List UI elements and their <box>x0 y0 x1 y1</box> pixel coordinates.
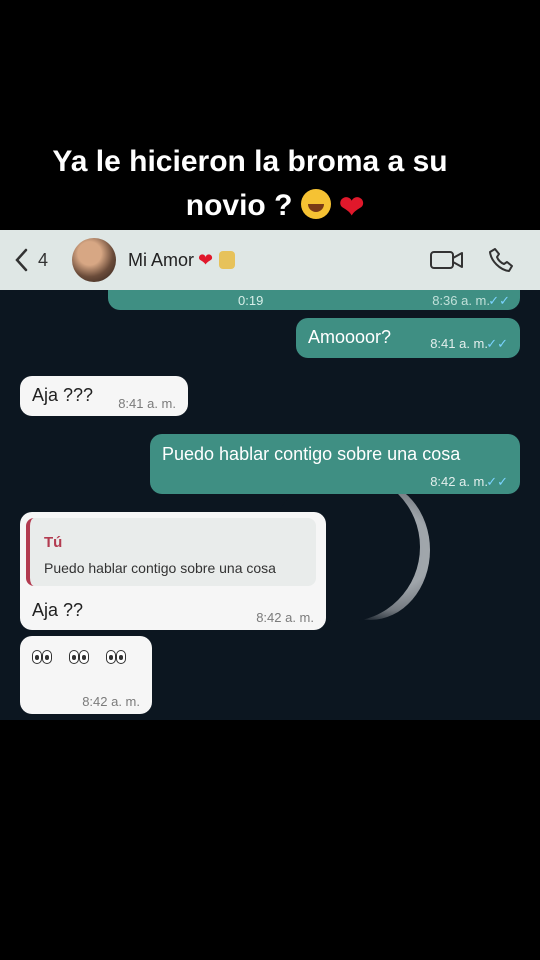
message-text: Aja ??? <box>32 385 94 405</box>
double-check-icon: ✓✓ <box>486 474 508 489</box>
back-count: 4 <box>38 249 49 270</box>
eyes-emoji-icon <box>69 648 90 669</box>
message-time: 8:41 a. m. <box>118 396 176 411</box>
message-time: 8:42 a. m. <box>430 474 488 489</box>
double-check-icon: ✓✓ <box>486 336 508 351</box>
chat-header: 4 Mi Amor ❤ <box>0 230 540 290</box>
caption-line2: novio ? ❤ <box>0 184 540 230</box>
eyes-emoji-row <box>32 648 132 669</box>
quoted-message[interactable]: Tú Puedo hablar contigo sobre una cosa <box>26 518 316 586</box>
quoted-text: Puedo hablar contigo sobre una cosa <box>44 560 276 576</box>
chat-screenshot: 4 Mi Amor ❤ 0:19 8:36 a. m. ✓✓ Amoooor? … <box>0 230 540 720</box>
laugh-emoji-icon <box>300 189 331 219</box>
avatar[interactable] <box>72 238 117 282</box>
contact-name[interactable]: Mi Amor ❤ <box>128 249 236 271</box>
moon-background <box>270 472 430 622</box>
message-bubble-incoming-emoji[interactable]: 8:42 a. m. <box>20 636 152 714</box>
eyes-emoji-icon <box>32 648 52 669</box>
phone-icon[interactable] <box>488 247 514 273</box>
heart-icon: ❤ <box>198 249 214 270</box>
message-bubble-outgoing[interactable]: Amoooor? 8:41 a. m. ✓✓ <box>296 318 520 358</box>
chevron-left-icon <box>15 248 28 272</box>
double-check-icon: ✓✓ <box>488 293 510 308</box>
voice-duration: 0:19 <box>238 293 264 308</box>
back-button[interactable]: 4 <box>14 248 48 272</box>
message-text: Aja ?? <box>32 600 84 620</box>
message-time: 8:42 a. m. <box>82 694 140 709</box>
video-call-icon[interactable] <box>430 248 464 272</box>
message-bubble-incoming[interactable]: Aja ??? 8:41 a. m. <box>20 376 188 416</box>
caption-line2-text: novio ? <box>185 189 293 222</box>
message-bubble-incoming-reply[interactable]: Tú Puedo hablar contigo sobre una cosa A… <box>20 512 326 630</box>
crown-emoji-icon <box>219 251 236 269</box>
eyes-emoji-icon <box>106 648 127 669</box>
heart-emoji-icon: ❤ <box>339 191 365 224</box>
contact-name-label: Mi Amor <box>128 249 195 270</box>
quoted-author: Tú <box>44 534 63 551</box>
message-time: 8:36 a. m. <box>432 293 490 308</box>
message-bubble-outgoing[interactable]: Puedo hablar contigo sobre una cosa 8:42… <box>150 434 520 494</box>
voice-message-bubble[interactable]: 0:19 8:36 a. m. ✓✓ <box>108 290 520 310</box>
video-caption: Ya le hicieron la broma a su novio ? ❤ <box>0 140 540 230</box>
header-actions <box>430 247 514 273</box>
caption-line1: Ya le hicieron la broma a su <box>52 145 448 178</box>
message-time: 8:41 a. m. <box>430 336 488 351</box>
message-text: Amoooor? <box>308 327 392 347</box>
message-time: 8:42 a. m. <box>256 610 314 625</box>
message-text: Puedo hablar contigo sobre una cosa <box>162 444 461 464</box>
